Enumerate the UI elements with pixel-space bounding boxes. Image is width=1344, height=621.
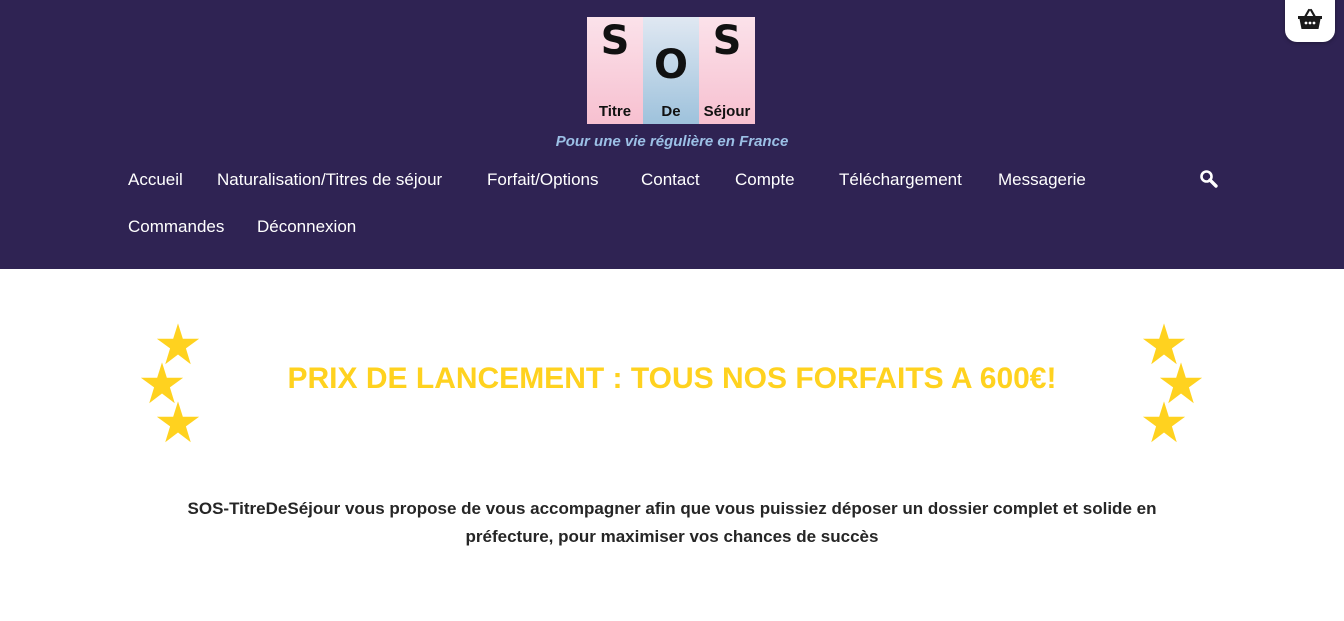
nav-item-telechargement[interactable]: Téléchargement <box>839 170 962 190</box>
logo-word: Séjour <box>703 103 751 120</box>
nav-item-messagerie[interactable]: Messagerie <box>998 170 1086 190</box>
nav-item-accueil[interactable]: Accueil <box>128 170 183 190</box>
nav-item-compte[interactable]: Compte <box>735 170 795 190</box>
star-icon <box>1142 401 1186 443</box>
nav-item-contact[interactable]: Contact <box>641 170 700 190</box>
intro-paragraph: SOS-TitreDeSéjour vous propose de vous a… <box>187 499 1157 546</box>
promo-banner: PRIX DE LANCEMENT : TOUS NOS FORFAITS A … <box>287 362 1057 395</box>
site-tagline: Pour une vie régulière en France <box>555 133 789 150</box>
logo-letter: S <box>712 18 742 64</box>
star-icon <box>1159 362 1203 404</box>
cart-button[interactable] <box>1285 0 1335 42</box>
nav-item-naturalisation[interactable]: Naturalisation/Titres de séjour <box>217 170 442 190</box>
logo-letter: O <box>653 42 688 88</box>
site-header: S Titre O De S Séjour Pour une vie régul… <box>0 0 1344 269</box>
nav-item-commandes[interactable]: Commandes <box>128 217 224 237</box>
logo-column: O De <box>643 17 699 124</box>
star-icon <box>156 323 200 365</box>
search-icon[interactable] <box>1199 169 1219 189</box>
logo-letter: S <box>600 18 630 64</box>
nav-item-deconnexion[interactable]: Déconnexion <box>257 217 356 237</box>
logo-column: S Titre <box>587 17 643 124</box>
site-logo[interactable]: S Titre O De S Séjour <box>587 17 755 124</box>
logo-column: S Séjour <box>699 17 755 124</box>
nav-item-forfait-options[interactable]: Forfait/Options <box>487 170 599 190</box>
basket-icon <box>1298 8 1322 29</box>
logo-word: De <box>661 103 681 120</box>
star-icon <box>1142 323 1186 365</box>
logo-word: Titre <box>598 103 632 120</box>
star-icon <box>156 401 200 443</box>
